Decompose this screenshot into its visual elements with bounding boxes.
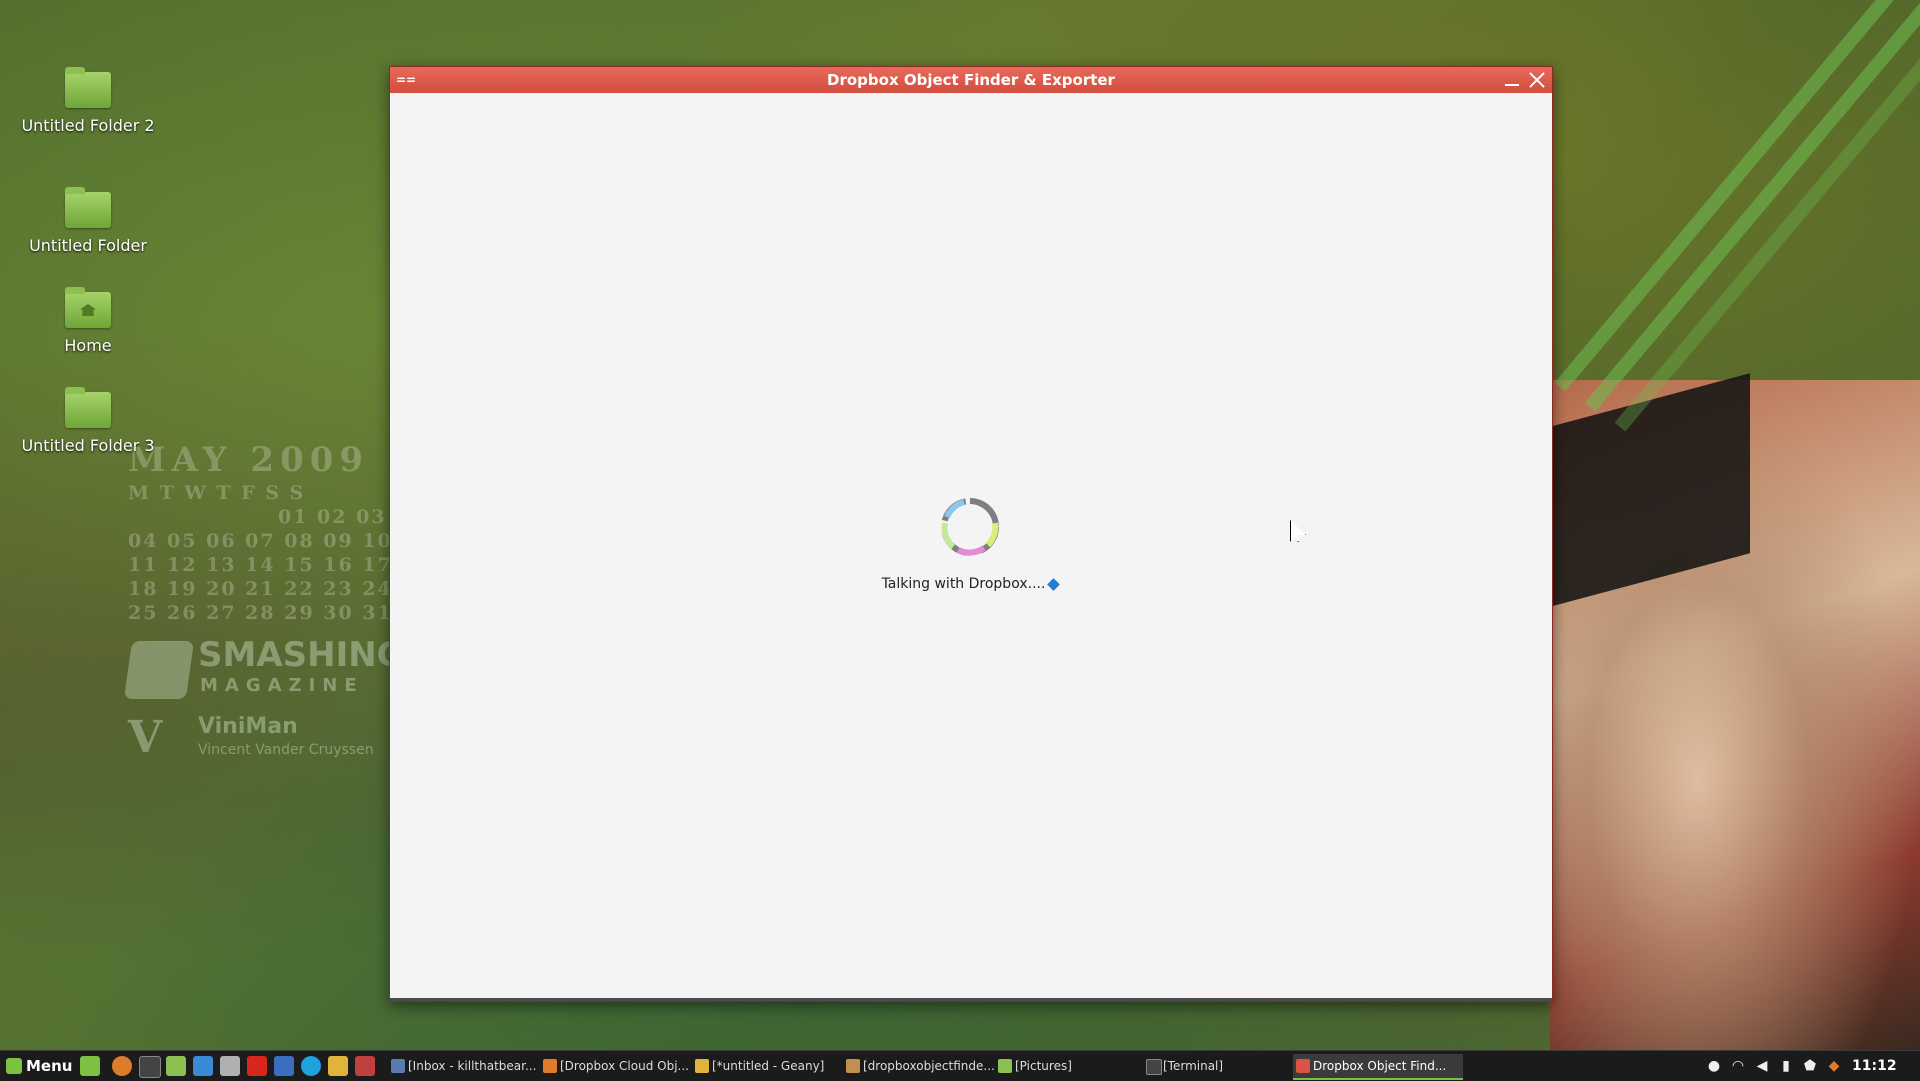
author-name: ViniMan	[198, 714, 298, 739]
archive-icon	[846, 1059, 860, 1073]
brand-title: SMASHING	[198, 635, 405, 675]
folder-icon	[998, 1059, 1012, 1073]
spinner-segment	[985, 522, 999, 548]
status-message: Talking with Dropbox....	[770, 576, 1170, 592]
app-launcher-icon[interactable]	[355, 1056, 375, 1076]
close-button[interactable]	[1526, 69, 1548, 91]
task-label: [Pictures]	[1015, 1059, 1072, 1073]
dropbox-icon	[1047, 577, 1061, 591]
filezilla-launcher-icon[interactable]	[247, 1056, 267, 1076]
task-inbox[interactable]: [Inbox - killthatbear...	[388, 1054, 553, 1078]
desktop-icon-label: Untitled Folder	[29, 236, 147, 255]
update-icon[interactable]: ◆	[1826, 1058, 1842, 1074]
folder-icon	[65, 67, 111, 108]
calendar-row: 01 02 03	[278, 506, 387, 528]
task-label: [*untitled - Geany]	[712, 1059, 825, 1073]
calendar-row: 25 26 27 28 29 30 31	[128, 602, 393, 624]
loading-spinner-icon	[941, 498, 999, 556]
desktop-icon-untitled-folder[interactable]: Untitled Folder	[8, 187, 168, 255]
desktop-icon-untitled-folder-3[interactable]: Untitled Folder 3	[8, 387, 168, 455]
firefox-launcher-icon[interactable]	[112, 1056, 132, 1076]
calendar-row: 04 05 06 07 08 09 10	[128, 530, 393, 552]
clock[interactable]: 11:12	[1852, 1051, 1897, 1081]
desktop-icon-label: Untitled Folder 3	[21, 436, 155, 455]
files-launcher-icon[interactable]	[166, 1056, 186, 1076]
task-label: [dropboxobjectfinde...	[863, 1059, 995, 1073]
wifi-icon[interactable]: ◠	[1730, 1058, 1746, 1074]
taskbar: Menu [Inbox - killthatbear... [Dropbox C…	[0, 1050, 1920, 1081]
minimize-button[interactable]	[1502, 69, 1522, 91]
calculator-launcher-icon[interactable]	[220, 1056, 240, 1076]
start-menu-label: Menu	[26, 1057, 73, 1075]
spinner-segment	[944, 499, 965, 519]
folder-icon	[65, 387, 111, 428]
wallpaper-brand: SMASHING MAGAZINE	[123, 635, 405, 699]
author-logo: V	[128, 712, 163, 763]
spinner-segment	[969, 498, 997, 519]
geany-icon	[695, 1059, 709, 1073]
shield-icon[interactable]: ⬟	[1802, 1058, 1818, 1074]
mint-logo-icon	[6, 1058, 22, 1074]
task-label: [Terminal]	[1163, 1059, 1224, 1073]
virtualbox-launcher-icon[interactable]	[274, 1056, 294, 1076]
user-icon[interactable]: ●	[1706, 1058, 1722, 1074]
spinner-segment	[956, 545, 986, 556]
skype-launcher-icon[interactable]	[301, 1056, 321, 1076]
calendar-weekdays: M T W T F S S	[128, 482, 306, 504]
terminal-icon	[1146, 1059, 1162, 1075]
task-geany[interactable]: [*untitled - Geany]	[692, 1054, 857, 1078]
window-title: Dropbox Object Finder & Exporter	[827, 71, 1115, 89]
battery-icon[interactable]: ▮	[1778, 1058, 1794, 1074]
spinner-segment	[941, 522, 956, 550]
folder-icon	[65, 187, 111, 228]
volume-icon[interactable]: ◀	[1754, 1058, 1770, 1074]
app-window: Dropbox Object Finder & Exporter == Talk…	[389, 66, 1553, 1002]
start-menu-button[interactable]: Menu	[4, 1055, 72, 1077]
task-pictures[interactable]: [Pictures]	[995, 1054, 1155, 1078]
smashing-logo-icon	[123, 641, 195, 699]
geany-launcher-icon[interactable]	[328, 1056, 348, 1076]
status-text: Talking with Dropbox....	[881, 576, 1046, 592]
desktop-icon-label: Untitled Folder 2	[21, 116, 155, 135]
image-viewer-launcher-icon[interactable]	[193, 1056, 213, 1076]
task-label: [Dropbox Cloud Obj...	[560, 1059, 689, 1073]
task-dropbox-cloud[interactable]: [Dropbox Cloud Obj...	[540, 1054, 705, 1078]
window-bottom-border	[390, 998, 1552, 1001]
desktop-icon-home[interactable]: Home	[8, 287, 168, 355]
task-label: Dropbox Object Find...	[1313, 1059, 1447, 1073]
desktop-icon-label: Home	[64, 336, 112, 355]
app-window-icon	[1296, 1059, 1310, 1073]
wallpaper-stripe	[1584, 0, 1920, 412]
firefox-icon	[543, 1059, 557, 1073]
task-dropbox-object-finder[interactable]: Dropbox Object Find...	[1293, 1054, 1463, 1080]
brand-subtitle: MAGAZINE	[200, 675, 364, 696]
mail-icon	[391, 1059, 405, 1073]
window-menu-button[interactable]: ==	[396, 67, 416, 93]
author-fullname: Vincent Vander Cruyssen	[198, 742, 374, 758]
calendar-row: 18 19 20 21 22 23 24	[128, 578, 393, 600]
task-label: [Inbox - killthatbear...	[408, 1059, 537, 1073]
task-archive[interactable]: [dropboxobjectfinde...	[843, 1054, 1008, 1078]
wallpaper-calendar: MAY 2009 M T W T F S S 01 02 03 04 05 06…	[128, 440, 393, 624]
window-titlebar[interactable]: Dropbox Object Finder & Exporter ==	[390, 67, 1552, 93]
calendar-row: 11 12 13 14 15 16 17	[128, 554, 393, 576]
home-folder-icon	[65, 287, 111, 328]
task-terminal[interactable]: [Terminal]	[1143, 1054, 1303, 1078]
show-desktop-launcher-icon[interactable]	[80, 1056, 100, 1076]
desktop-icon-untitled-folder-2[interactable]: Untitled Folder 2	[8, 67, 168, 135]
terminal-launcher-icon[interactable]	[139, 1056, 161, 1078]
wallpaper-stripe	[1554, 0, 1920, 392]
